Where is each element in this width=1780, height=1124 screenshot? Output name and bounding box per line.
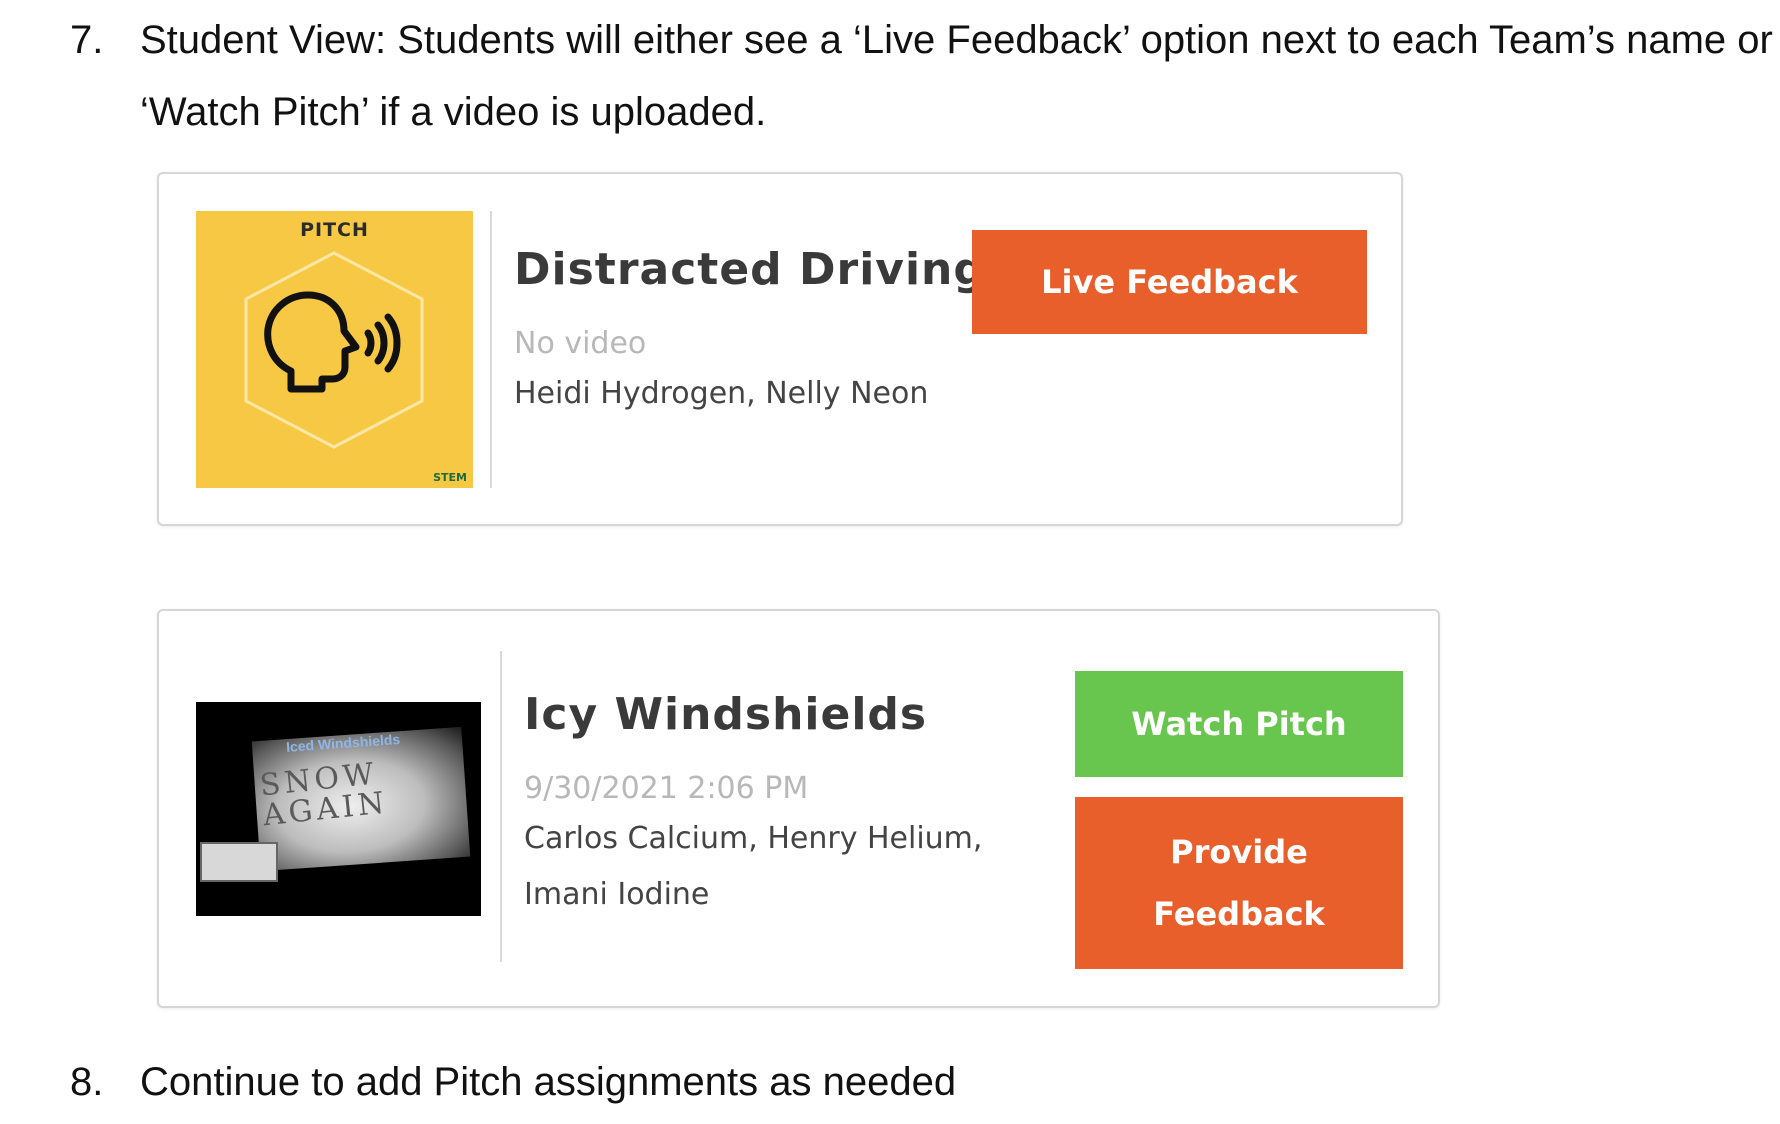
team-members: Heidi Hydrogen, Nelly Neon — [514, 376, 929, 411]
video-strip — [200, 842, 278, 882]
pitch-label: PITCH — [300, 219, 369, 241]
team-card-icy-windshields: Iced Windshields SNOW AGAIN Icy Windshie… — [157, 609, 1440, 1008]
team-title: Icy Windshields — [524, 689, 928, 740]
provide-feedback-button[interactable]: Provide Feedback — [1075, 797, 1403, 969]
team-title: Distracted Driving — [514, 244, 986, 295]
upload-timestamp: 9/30/2021 2:06 PM — [524, 771, 809, 806]
pitch-thumbnail: PITCH STEM — [196, 211, 473, 488]
step-text: Continue to add Pitch assignments as nee… — [140, 1060, 957, 1104]
watch-pitch-button[interactable]: Watch Pitch — [1075, 671, 1403, 777]
speaking-head-icon — [264, 291, 401, 393]
card-divider — [500, 651, 502, 962]
card-divider — [490, 211, 492, 488]
step-text: Student View: Students will either see a… — [140, 18, 1773, 134]
live-feedback-button[interactable]: Live Feedback — [972, 230, 1367, 334]
team-members: Carlos Calcium, Henry Helium, Imani Iodi… — [524, 821, 983, 912]
video-status: No video — [514, 326, 647, 361]
step-number: 7. — [70, 18, 104, 62]
team-card-distracted-driving: PITCH STEM Distracted Driving No video H… — [157, 172, 1403, 526]
hexagon-frame — [244, 251, 424, 449]
step-number: 8. — [70, 1060, 104, 1104]
stem-logo: STEM — [433, 471, 467, 484]
video-thumbnail[interactable]: Iced Windshields SNOW AGAIN — [196, 702, 481, 916]
